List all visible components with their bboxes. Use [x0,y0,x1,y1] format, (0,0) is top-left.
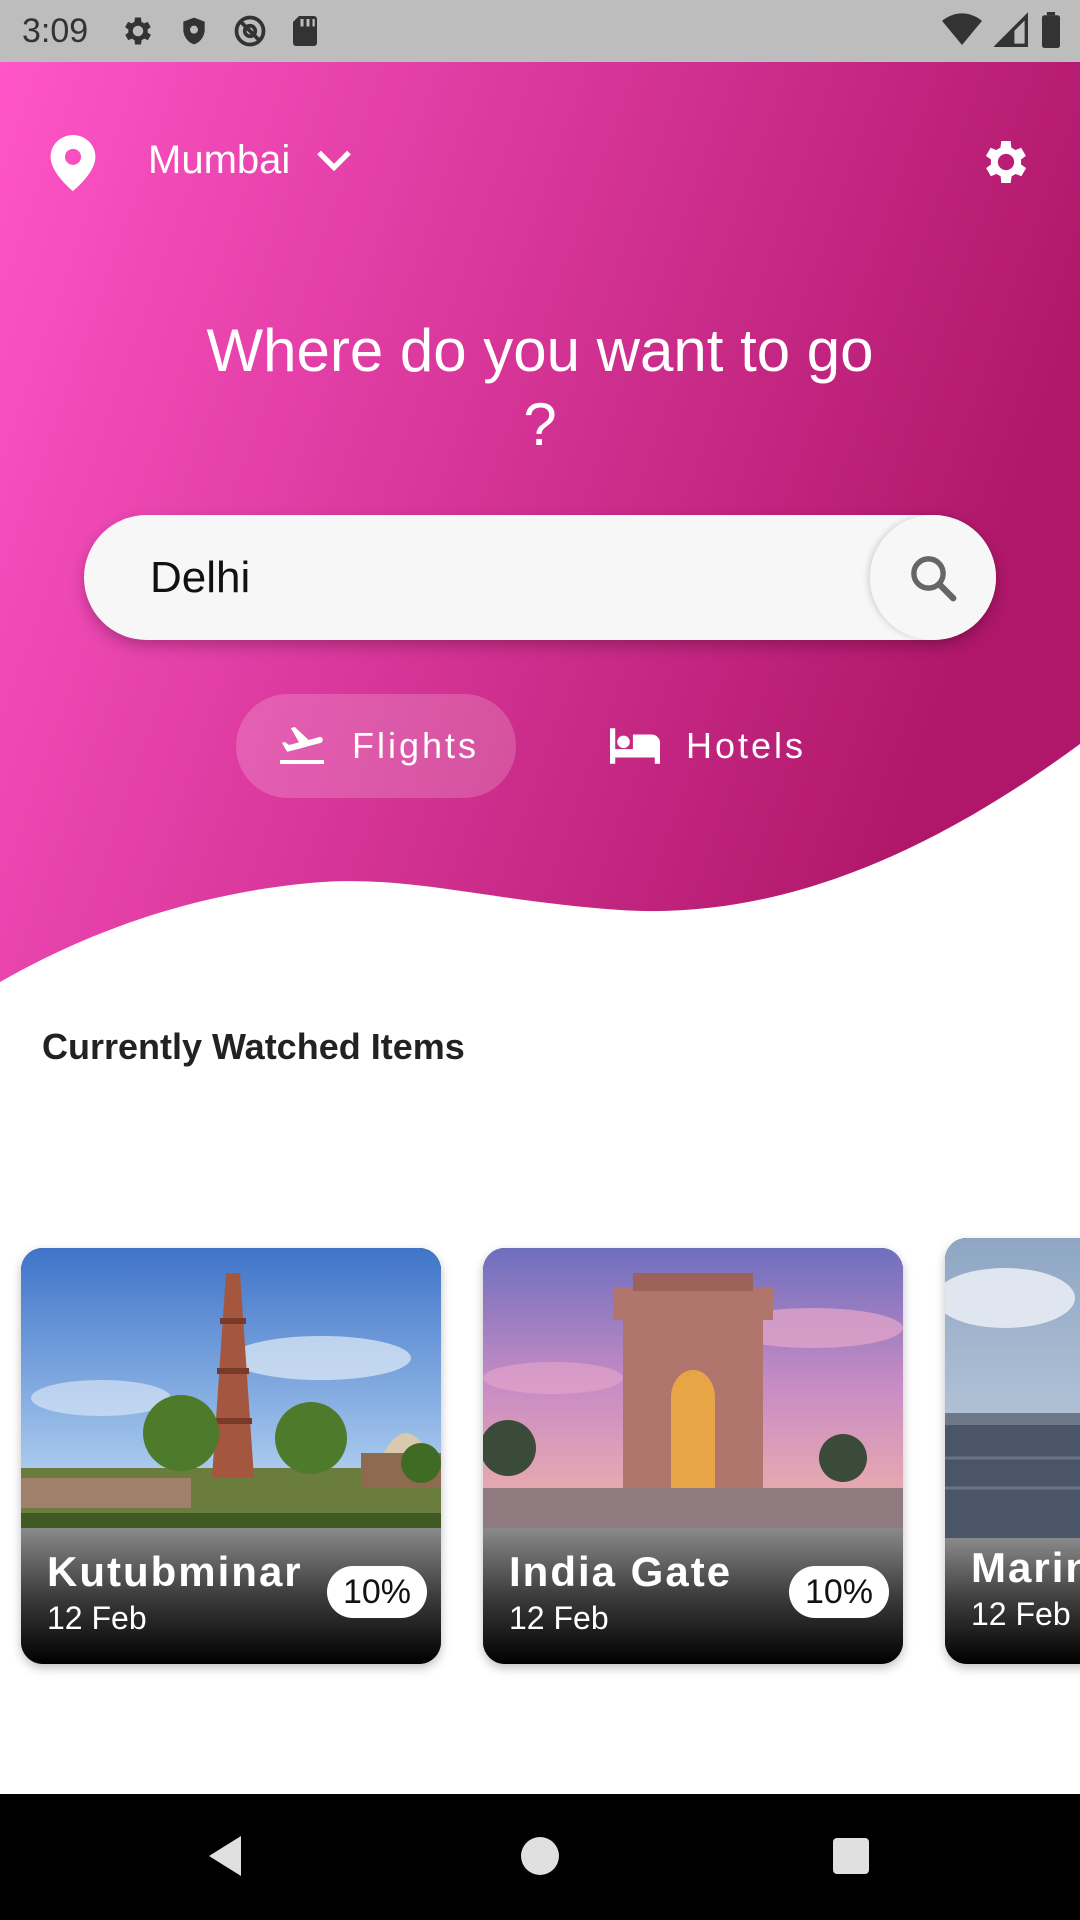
hero-headline: Where do you want to go ? [206,317,874,458]
tab-flights-label: Flights [352,725,480,766]
flight-takeoff-icon [278,726,326,766]
tab-flights[interactable]: Flights [236,694,516,798]
recents-icon[interactable] [830,1832,872,1880]
gear-icon [125,17,152,45]
destination-search-box[interactable]: Delhi [84,515,996,640]
card-title: Marin [971,1544,1080,1591]
discount-badge: 10% [789,1566,889,1618]
back-icon[interactable] [204,1832,246,1880]
search-icon [911,555,957,601]
section-title: Currently Watched Items [42,1026,465,1067]
card-date: 12 Feb [509,1600,609,1636]
watched-item-card[interactable]: Kutubminar 12 Feb 10% [21,1248,441,1664]
at-sign-icon [234,15,266,47]
tab-hotels[interactable]: Hotels [594,694,834,798]
location-city-label[interactable]: Mumbai [148,135,290,185]
india-gate-photo [483,1248,903,1528]
watched-item-card[interactable]: India Gate 12 Feb 10% [483,1248,903,1664]
card-title: India Gate [509,1548,733,1595]
system-navigation-bar [0,1794,1080,1920]
qutub-minar-photo [21,1248,441,1528]
signal-icon [994,12,1028,47]
wifi-icon [942,13,982,46]
discount-badge: 10% [327,1566,427,1618]
search-button[interactable] [870,515,996,640]
card-title: Kutubminar [47,1548,303,1595]
sd-card-icon [293,16,318,46]
status-bar: 3:09 [0,0,1080,62]
app-screen: 3:09 Mumbai Where do you want to go ? De… [0,0,1080,1920]
bed-icon [610,728,660,764]
search-input-value[interactable]: Delhi [150,551,250,605]
location-pin-icon[interactable] [50,135,96,191]
watched-item-card[interactable]: Marin 12 Feb [945,1238,1080,1664]
shield-icon [183,17,205,45]
card-date: 12 Feb [47,1600,147,1636]
status-icons-left [120,13,320,49]
battery-icon [1042,12,1060,48]
chevron-down-icon[interactable] [316,148,352,172]
tab-hotels-label: Hotels [686,725,807,766]
status-icons-right [942,12,1062,48]
marine-drive-photo [945,1238,1080,1538]
card-date: 12 Feb [971,1596,1071,1632]
settings-gear-icon[interactable] [978,134,1034,190]
status-time: 3:09 [22,11,89,50]
home-icon[interactable] [520,1832,560,1880]
